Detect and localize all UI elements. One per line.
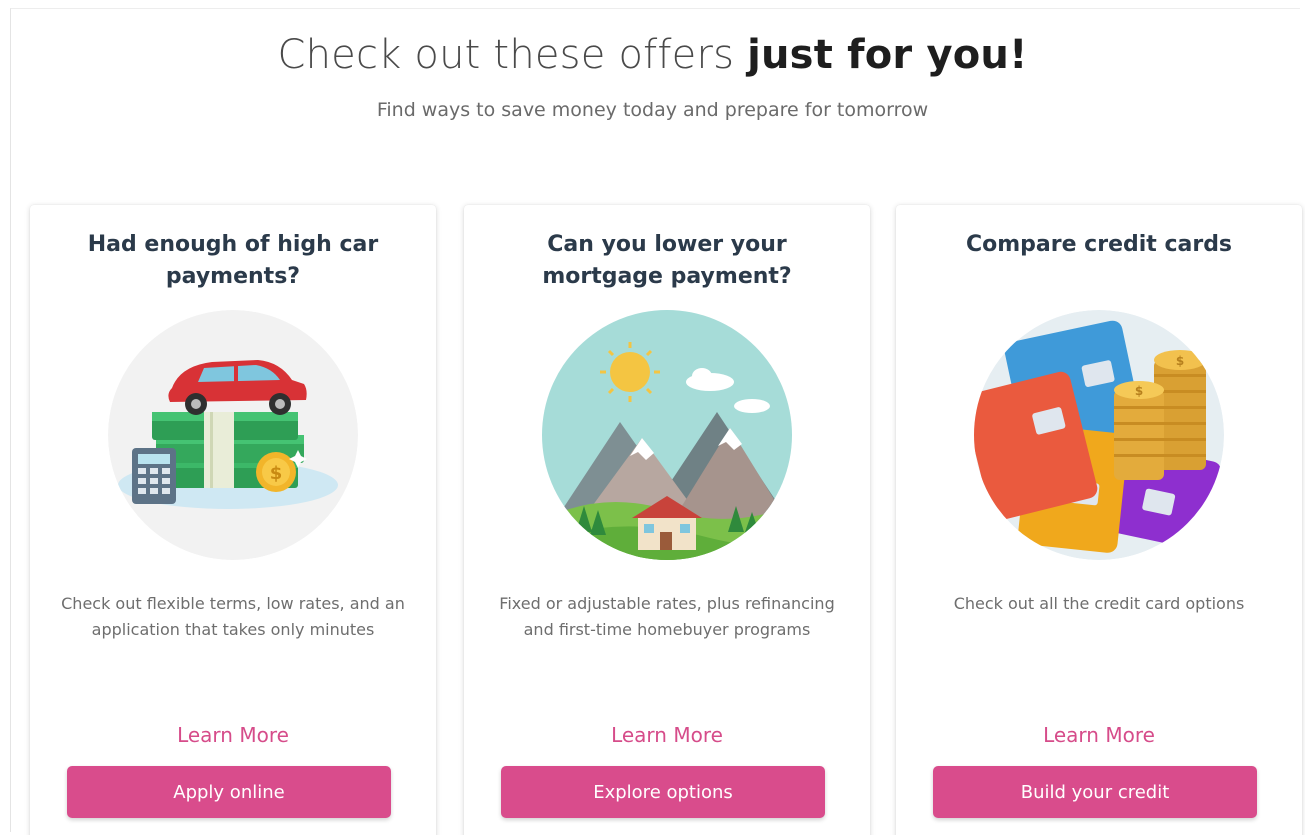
- offer-card-mortgage: Can you lower your mortgage payment? Fix…: [464, 205, 870, 835]
- car-money-illustration: $: [108, 310, 358, 560]
- page-subtitle: Find ways to save money today and prepar…: [376, 99, 929, 121]
- learn-more-link[interactable]: Learn More: [464, 723, 870, 747]
- mountain-house-illustration: [542, 310, 792, 560]
- card-description: Fixed or adjustable rates, plus refinanc…: [499, 594, 835, 639]
- page-title: Check out these offers just for you!: [0, 30, 1305, 80]
- build-your-credit-button[interactable]: Build your credit: [933, 766, 1257, 818]
- learn-more-link[interactable]: Learn More: [896, 723, 1302, 747]
- svg-text:$: $: [270, 463, 283, 484]
- card-title: Compare credit cards: [965, 232, 1233, 257]
- page-title-bold: just for you!: [747, 32, 1028, 78]
- credit-cards-coins-illustration: $ $: [974, 310, 1224, 560]
- offers-header: Check out these offers just for you! Fin…: [0, 30, 1305, 122]
- page-title-light: Check out these offers: [277, 32, 748, 78]
- card-description: Check out all the credit card options: [953, 594, 1245, 613]
- card-description: Check out flexible terms, low rates, and…: [61, 594, 405, 639]
- apply-online-button[interactable]: Apply online: [67, 766, 391, 818]
- svg-text:$: $: [1176, 354, 1184, 368]
- card-title: Had enough of high car payments?: [87, 232, 379, 289]
- learn-more-link[interactable]: Learn More: [30, 723, 436, 747]
- offer-card-car: Had enough of high car payments? $ Check…: [30, 205, 436, 835]
- card-title: Can you lower your mortgage payment?: [542, 232, 792, 289]
- explore-options-button[interactable]: Explore options: [501, 766, 825, 818]
- offer-card-credit: Compare credit cards $ $ Check out all t…: [896, 205, 1302, 835]
- svg-text:$: $: [1135, 384, 1143, 398]
